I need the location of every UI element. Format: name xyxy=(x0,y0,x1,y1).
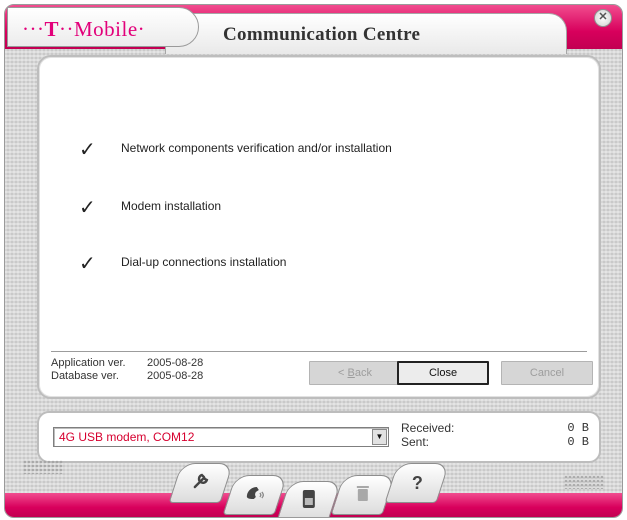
back-accel: B xyxy=(347,367,355,379)
step-label: Dial-up connections installation xyxy=(121,255,287,269)
checkmark-icon: ✓ xyxy=(79,139,96,161)
sim-card-icon xyxy=(301,489,317,514)
logo-brand: Mobile xyxy=(74,17,138,41)
step-label: Modem installation xyxy=(121,199,222,213)
cancel-button[interactable]: Cancel xyxy=(501,361,593,385)
phone-icon xyxy=(244,483,266,508)
chevron-down-icon[interactable]: ▼ xyxy=(372,429,387,445)
close-window-button[interactable]: ✕ xyxy=(594,9,612,27)
sent-value: 0 B xyxy=(567,435,589,449)
logo-dot: · xyxy=(137,17,146,41)
back-rest: ack xyxy=(354,367,372,379)
t-mobile-logo: ···T··Mobile· xyxy=(7,7,199,47)
main-panel: ✓ Network components verification and/or… xyxy=(37,55,601,399)
status-panel: 4G USB modem, COM12 ▼ Received: 0 B Sent… xyxy=(37,411,601,463)
received-label: Received: xyxy=(401,421,455,435)
app-version-label: Application ver. xyxy=(51,357,126,369)
decorative-dots xyxy=(564,475,604,489)
app-version-value: 2005-08-28 xyxy=(147,357,204,369)
close-button[interactable]: Close xyxy=(397,361,489,385)
device-select-value: 4G USB modem, COM12 xyxy=(59,430,195,444)
logo-dots: ··· xyxy=(22,17,45,41)
checkmark-icon: ✓ xyxy=(79,253,96,275)
decorative-dots xyxy=(23,460,63,474)
close-icon: ✕ xyxy=(598,11,608,23)
sent-label: Sent: xyxy=(401,435,430,449)
checkmark-icon: ✓ xyxy=(79,197,96,219)
db-version-label: Database ver. xyxy=(51,370,119,382)
version-info: Application ver. 2005-08-28 Database ver.… xyxy=(51,357,203,383)
divider xyxy=(51,351,587,353)
db-version-value: 2005-08-28 xyxy=(147,370,204,382)
app-window: Communication Centre ···T··Mobile· ✕ ✓ N… xyxy=(4,4,623,518)
back-button[interactable]: < Back xyxy=(309,361,401,385)
step-label: Network components verification and/or i… xyxy=(121,141,392,155)
logo-dots: ·· xyxy=(59,17,74,41)
device-select[interactable]: 4G USB modem, COM12 ▼ xyxy=(53,427,389,447)
logo-t: T xyxy=(44,17,59,41)
window-title: Communication Centre xyxy=(223,24,421,45)
received-value: 0 B xyxy=(567,421,589,435)
help-icon: ? xyxy=(411,472,423,493)
trash-icon xyxy=(355,483,371,508)
back-prefix: < xyxy=(338,367,348,379)
wrench-icon xyxy=(191,471,211,496)
